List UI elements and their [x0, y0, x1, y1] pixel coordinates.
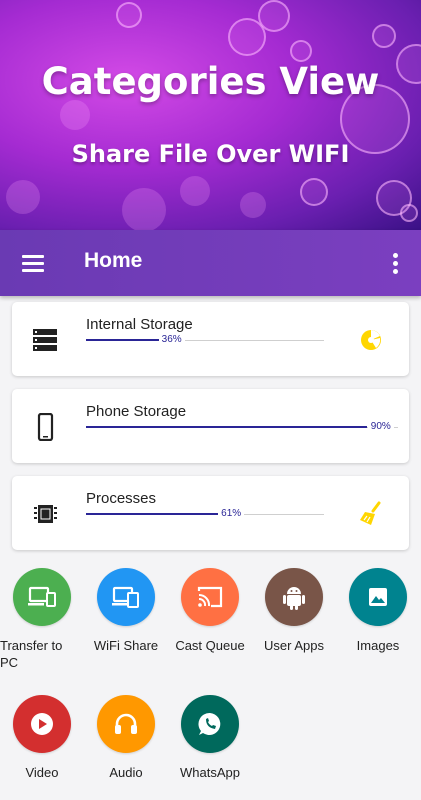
bokeh-circle — [300, 178, 328, 206]
bokeh-circle — [6, 180, 40, 214]
category-label: Audio — [109, 765, 143, 780]
headphones-icon — [97, 695, 155, 753]
devices-icon — [13, 568, 71, 626]
category-label: Transfer to PC — [0, 638, 63, 670]
storage-label: Internal Storage — [86, 316, 193, 333]
storage-card-processes[interactable]: Processes 61% — [12, 476, 409, 550]
bokeh-circle — [122, 188, 166, 230]
category-transfer-to-pc[interactable]: Transfer to PC — [0, 568, 84, 671]
category-label: Video — [25, 765, 59, 780]
category-user-apps[interactable]: User Apps — [252, 568, 336, 654]
bokeh-circle — [258, 0, 290, 32]
category-images[interactable]: Images — [336, 568, 420, 654]
pie-chart-icon[interactable] — [357, 326, 385, 354]
bokeh-circle — [372, 24, 396, 48]
chip-icon — [30, 500, 60, 528]
android-icon — [265, 568, 323, 626]
progress-percent: 61% — [218, 508, 245, 520]
promo-banner: Categories View Share File Over WIFI — [0, 0, 421, 230]
bokeh-circle — [116, 2, 142, 28]
category-label: Images — [356, 638, 400, 653]
progress-percent: 36% — [158, 334, 185, 346]
bokeh-circle — [60, 100, 90, 130]
bokeh-circle — [400, 204, 418, 222]
storage-progress-bar: 36% — [86, 334, 324, 346]
progress-fill — [86, 426, 367, 428]
bokeh-circle — [240, 192, 266, 218]
device-share-icon — [97, 568, 155, 626]
category-whatsapp[interactable]: WhatsApp — [168, 695, 252, 781]
banner-subtitle: Share File Over WIFI — [71, 140, 350, 168]
category-audio[interactable]: Audio — [84, 695, 168, 781]
banner-title: Categories View — [41, 60, 380, 103]
bokeh-circle — [180, 176, 210, 206]
category-video[interactable]: Video — [0, 695, 84, 781]
more-vert-icon[interactable] — [381, 248, 409, 278]
storage-label: Phone Storage — [86, 403, 187, 420]
phone-icon — [30, 412, 60, 442]
progress-fill — [86, 513, 232, 515]
app-bar: Home — [0, 230, 421, 296]
category-wifi-share[interactable]: WiFi Share — [84, 568, 168, 654]
bokeh-circle — [290, 40, 312, 62]
whatsapp-icon — [181, 695, 239, 753]
category-label: Cast Queue — [175, 638, 245, 653]
storage-card-internal[interactable]: Internal Storage 36% — [12, 302, 409, 376]
page-title: Home — [84, 249, 143, 272]
storage-label: Processes — [86, 490, 157, 507]
hamburger-menu-icon[interactable] — [14, 248, 50, 278]
storage-progress-bar: 61% — [86, 508, 324, 520]
category-label: WhatsApp — [180, 765, 240, 780]
broom-icon[interactable] — [357, 500, 385, 528]
category-label: WiFi Share — [93, 638, 159, 653]
progress-percent: 90% — [367, 421, 394, 433]
category-label: User Apps — [264, 638, 324, 653]
play-circle-icon — [13, 695, 71, 753]
server-icon — [30, 326, 60, 354]
image-icon — [349, 568, 407, 626]
storage-progress-bar: 90% — [86, 421, 398, 433]
storage-card-phone[interactable]: Phone Storage 90% — [12, 389, 409, 463]
category-cast-queue[interactable]: Cast Queue — [168, 568, 252, 654]
cast-icon — [181, 568, 239, 626]
